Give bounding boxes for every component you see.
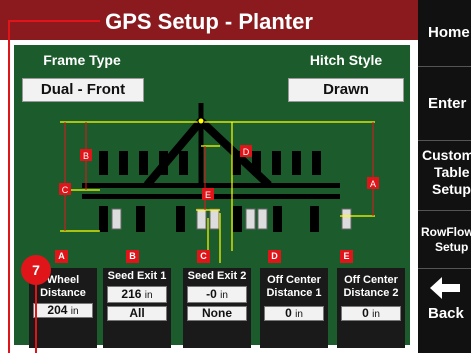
diagram-tag-c: C [62,185,69,195]
seed-exit-2-value[interactable]: -0 in [187,286,247,303]
custom-table-setup-button[interactable]: Custom Table Setup [418,140,471,210]
diagram-tag-d: D [243,147,250,157]
main-area: GPS Setup - Planter Frame Type Dual - Fr… [0,0,418,353]
callout-line-bottom [35,285,37,353]
off-center-distance-1-value[interactable]: 0 in [264,306,324,321]
seed-exit-1-select[interactable]: All [107,306,167,321]
seed-exit-1-label: Seed Exit 1 [107,270,167,282]
hitch-point [197,117,205,125]
gps-setup-screen: GPS Setup - Planter Frame Type Dual - Fr… [0,0,471,353]
off-center-distance-1-field[interactable]: Off Center Distance 1 0 in [260,268,328,348]
frame-type-select[interactable]: Dual - Front [22,78,144,102]
off-center-distance-1-label: Off Center Distance 1 [266,274,322,299]
frame-type-label: Frame Type [43,52,121,68]
planter-diagram: B C A D E [59,103,379,263]
back-button[interactable]: Back [418,268,471,353]
sidebar: Home Enter Custom Table Setup RowFlow Se… [418,0,471,353]
callout-badge: 7 [21,255,51,285]
diagram-tag-b: B [83,151,89,161]
home-button[interactable]: Home [418,0,471,66]
measurement-lines [60,121,375,263]
wheel-distance-value[interactable]: 204 in [33,303,93,318]
seed-exit-2-select[interactable]: None [187,306,247,321]
hitch-style-label: Hitch Style [309,52,383,68]
diagram-tag-a: A [370,179,376,189]
seed-exit-1-value[interactable]: 216 in [107,286,167,303]
diagram-tag-e: E [205,190,211,200]
callout-line-left [8,20,10,353]
bottom-tag-c: C [197,250,210,263]
rowflow-setup-button[interactable]: RowFlow Setup [418,210,471,268]
seed-exit-2-label: Seed Exit 2 [187,270,247,282]
enter-button[interactable]: Enter [418,66,471,140]
front-row-units [99,151,321,175]
bottom-tag-d: D [268,250,281,263]
callout-line-top [8,20,100,22]
seed-exit-2-field[interactable]: Seed Exit 2 -0 in None [183,268,251,348]
bottom-tag-a: A [55,250,68,263]
seed-exit-1-field[interactable]: Seed Exit 1 216 in All [103,268,171,348]
back-arrow-icon [429,277,460,299]
bottom-tag-b: B [126,250,139,263]
toolbar-front [82,183,340,188]
bottom-tag-e: E [340,250,353,263]
page-title: GPS Setup - Planter [105,9,313,34]
off-center-distance-2-label: Off Center Distance 2 [343,274,399,299]
off-center-distance-2-value[interactable]: 0 in [341,306,401,321]
off-center-distance-2-field[interactable]: Off Center Distance 2 0 in [337,268,405,348]
hitch-style-select[interactable]: Drawn [288,78,404,102]
